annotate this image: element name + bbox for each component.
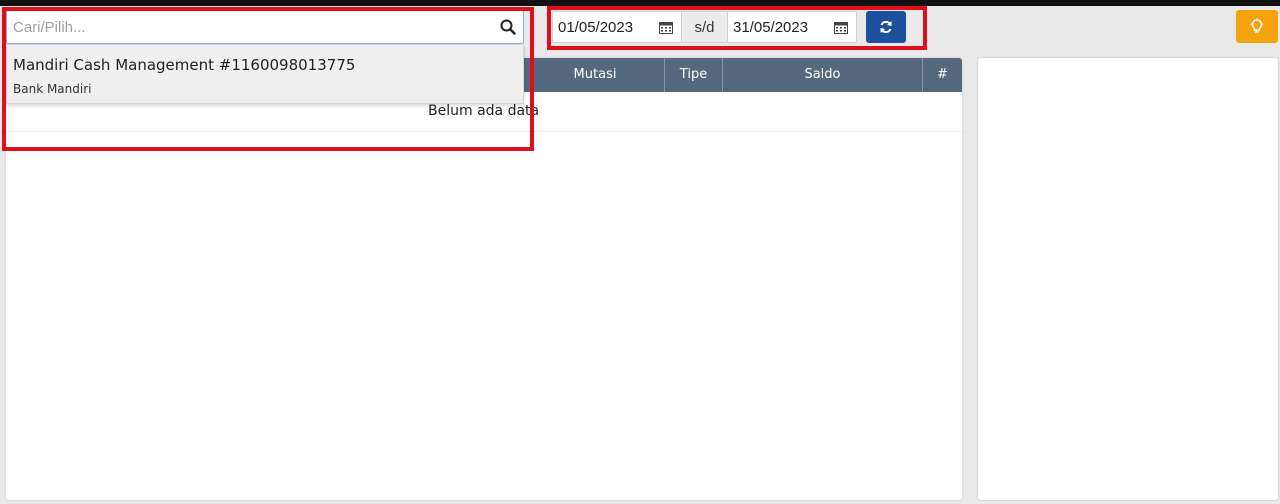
- search-input[interactable]: [7, 11, 487, 43]
- date-to-field[interactable]: [727, 11, 857, 43]
- date-to-input[interactable]: [728, 12, 828, 42]
- column-header-saldo[interactable]: Saldo: [722, 58, 922, 92]
- tips-button[interactable]: [1236, 10, 1278, 43]
- account-search-box[interactable]: [6, 10, 524, 44]
- date-from-input[interactable]: [553, 12, 653, 42]
- calendar-icon[interactable]: [834, 21, 848, 34]
- search-icon[interactable]: [499, 18, 517, 36]
- top-bar: [0, 0, 1280, 6]
- transactions-panel: Mutasi Tipe Saldo # Belum ada data: [6, 58, 962, 500]
- column-header-mutasi[interactable]: Mutasi: [526, 58, 664, 92]
- empty-state-message: Belum ada data: [428, 103, 540, 119]
- account-option-title: Mandiri Cash Management #1160098013775: [13, 56, 356, 74]
- calendar-icon[interactable]: [659, 21, 673, 34]
- lightbulb-icon: [1250, 18, 1264, 33]
- date-range-separator: s/d: [682, 11, 727, 43]
- account-dropdown-list: Mandiri Cash Management #1160098013775 B…: [6, 44, 524, 104]
- account-option[interactable]: Mandiri Cash Management #1160098013775 B…: [7, 45, 523, 103]
- date-from-field[interactable]: [552, 11, 682, 43]
- account-option-bank: Bank Mandiri: [13, 82, 92, 96]
- column-header-actions: #: [922, 58, 962, 92]
- side-panel: [978, 58, 1278, 500]
- refresh-icon: [880, 20, 892, 34]
- refresh-button[interactable]: [866, 11, 906, 43]
- column-header-tipe[interactable]: Tipe: [664, 58, 722, 92]
